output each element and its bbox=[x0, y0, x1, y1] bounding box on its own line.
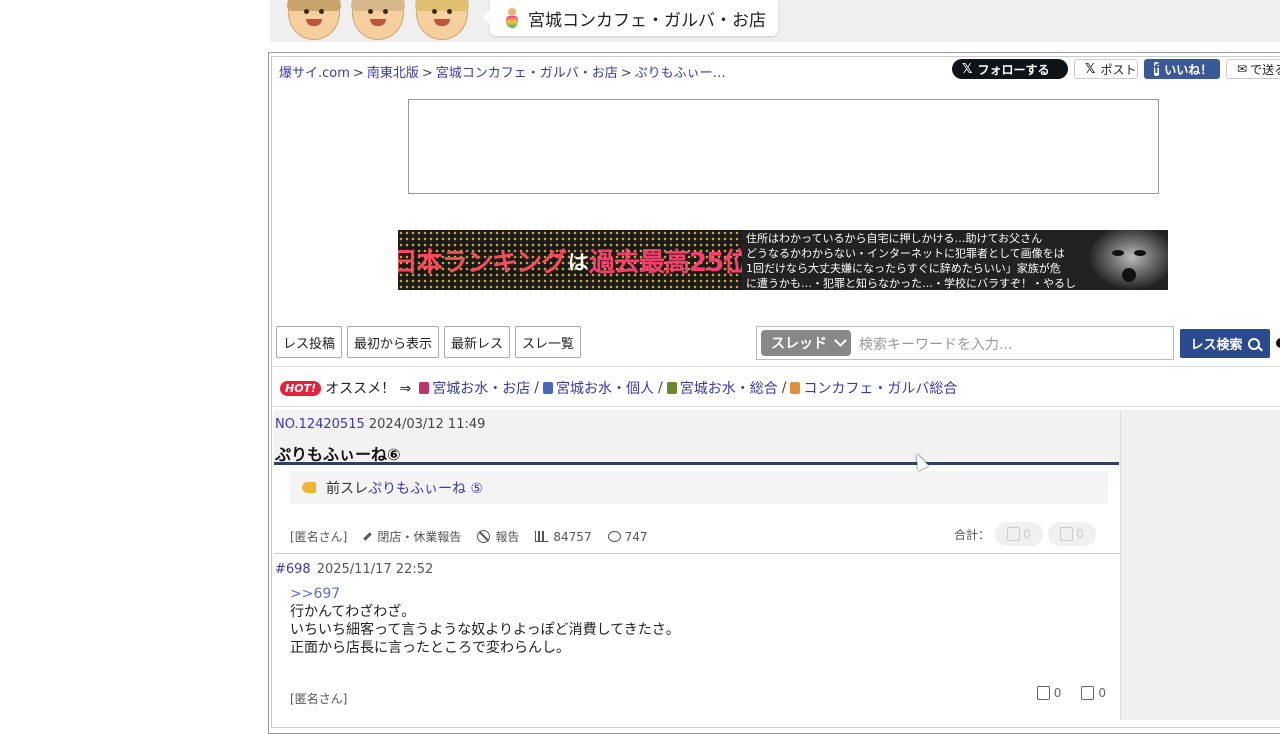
post-line: 正面から店長に言ったところで変わらんし。 bbox=[290, 640, 570, 656]
right-sidebar bbox=[1120, 410, 1280, 720]
recommend-label: オススメ！ ⇒ bbox=[325, 381, 412, 397]
breadcrumb-thread[interactable]: ぷりもふぃー… bbox=[635, 66, 726, 81]
post-upvote-button[interactable]: 0 bbox=[1036, 686, 1061, 700]
pointing-hand-icon bbox=[302, 482, 316, 493]
facebook-like-button[interactable]: f いいね！ bbox=[1144, 59, 1220, 79]
edge-dot bbox=[1276, 338, 1280, 348]
divider bbox=[272, 406, 1280, 407]
search-box: スレッド 検索キーワードを入力... bbox=[756, 326, 1174, 360]
ad-banner[interactable]: 日本ランキングは過去最高25位 住所はわかっているから自宅に押しかける…助けてお… bbox=[398, 230, 1168, 290]
bar-chart-icon bbox=[535, 531, 549, 542]
mascot-face-icon bbox=[351, 0, 405, 40]
x-post-button[interactable]: 𝕏 ポスト bbox=[1074, 59, 1138, 79]
comment-count: 747 bbox=[607, 530, 648, 544]
x-logo-icon: 𝕏 bbox=[1085, 61, 1096, 77]
thread-downvote-button[interactable]: 0 bbox=[1048, 522, 1096, 546]
breadcrumb-region[interactable]: 南東北版 bbox=[367, 66, 419, 81]
recommend-link-general[interactable]: 宮城お水・総合 bbox=[680, 378, 778, 398]
thread-number[interactable]: NO.12420515 bbox=[275, 417, 365, 432]
ad-placeholder bbox=[408, 99, 1159, 194]
bottle-icon bbox=[666, 382, 677, 394]
breadcrumb-home[interactable]: 爆サイ.com bbox=[279, 66, 350, 81]
post-header: #698 2025/11/17 22:52 bbox=[275, 562, 433, 577]
thread-header: NO.12420515 2024/03/12 11:49 ぷりもふぃーね⑥ bbox=[274, 410, 1120, 465]
thread-meta: NO.12420515 2024/03/12 11:49 bbox=[275, 417, 485, 432]
x-logo-icon: 𝕏 bbox=[962, 61, 973, 77]
post-downvote-button[interactable]: 0 bbox=[1081, 686, 1106, 700]
comment-icon bbox=[607, 531, 621, 542]
facebook-icon: f bbox=[1154, 62, 1160, 76]
concafe-icon bbox=[504, 8, 520, 28]
previous-thread-label: 前スレ bbox=[326, 480, 368, 497]
chevron-down-icon bbox=[834, 334, 847, 347]
thumbs-down-icon bbox=[1081, 686, 1095, 700]
recommend-link-personal[interactable]: 宮城お水・個人 bbox=[556, 378, 654, 398]
thread-author: [匿名さん] bbox=[290, 530, 348, 544]
total-label: 合計： bbox=[953, 527, 990, 542]
banner-face-image bbox=[1088, 230, 1168, 290]
mascot-faces bbox=[287, 0, 469, 40]
post-line: 行かんてわざわざ。 bbox=[290, 604, 416, 620]
breadcrumb-category[interactable]: 宮城コンカフェ・ガルバ・お店 bbox=[436, 66, 618, 81]
pencil-icon bbox=[363, 532, 373, 541]
report-link[interactable]: 報告 bbox=[477, 528, 519, 545]
x-follow-button[interactable]: 𝕏 フォローする bbox=[952, 59, 1068, 79]
post-votes: 0 0 bbox=[1036, 686, 1106, 700]
breadcrumb: 爆サイ.com > 南東北版 > 宮城コンカフェ・ガルバ・お店 > ぷりもふぃー… bbox=[279, 66, 726, 81]
concafe-icon bbox=[790, 382, 801, 394]
post-reply-button[interactable]: レス投稿 bbox=[276, 326, 343, 358]
thumbs-up-icon bbox=[1036, 686, 1050, 700]
recommend-link-oshop[interactable]: 宮城お水・お店 bbox=[432, 378, 530, 398]
mail-icon: ✉ bbox=[1237, 62, 1248, 76]
thread-datetime: 2024/03/12 11:49 bbox=[368, 417, 486, 432]
post-author: [匿名さん] bbox=[290, 692, 348, 706]
wine-glass-icon bbox=[419, 382, 430, 394]
hot-badge: HOT! bbox=[280, 380, 322, 396]
title-underline bbox=[274, 462, 1119, 465]
divider bbox=[272, 366, 1280, 367]
total-votes: 合計： 0 0 bbox=[954, 522, 1096, 546]
post-number[interactable]: #698 bbox=[275, 562, 311, 577]
search-input[interactable]: 検索キーワードを入力... bbox=[859, 334, 1012, 354]
thread-list-button[interactable]: スレ一覧 bbox=[515, 326, 582, 358]
mascot-face-icon bbox=[415, 0, 469, 40]
search-icon bbox=[1247, 337, 1260, 350]
thread-upvote-button[interactable]: 0 bbox=[995, 522, 1043, 546]
category-title: 宮城コンカフェ・ガルバ・お店 bbox=[528, 10, 766, 31]
recommend-bar: HOT! オススメ！ ⇒ 宮城お水・お店 / 宮城お水・個人 / 宮城お水・総合… bbox=[280, 378, 957, 398]
search-button[interactable]: レス検索 bbox=[1180, 329, 1270, 358]
banner-copy: 住所はわかっているから自宅に押しかける…助けてお父さん どうなるかわからない・イ… bbox=[742, 230, 1168, 290]
previous-thread-link[interactable]: ぷりもふぃーね ⑤ bbox=[368, 478, 483, 498]
mascot-face-icon bbox=[287, 0, 341, 40]
mail-send-button[interactable]: ✉で送る bbox=[1226, 59, 1280, 79]
dress-icon bbox=[542, 382, 553, 394]
post-line: いちいち細客って言うような奴よりよっぽど消費してきたさ。 bbox=[290, 622, 680, 638]
search-scope-select[interactable]: スレッド bbox=[761, 330, 851, 356]
ban-icon bbox=[477, 530, 491, 543]
post-datetime: 2025/11/17 22:52 bbox=[316, 562, 434, 577]
thread-footer: [匿名さん] 閉店・休業報告 報告 84757 747 合計： 0 0 bbox=[290, 522, 1108, 546]
latest-replies-button[interactable]: 最新レス bbox=[444, 326, 511, 358]
category-title-pill[interactable]: 宮城コンカフェ・ガルバ・お店 bbox=[482, 0, 778, 36]
closed-report-link[interactable]: 閉店・休業報告 bbox=[363, 528, 461, 545]
show-from-start-button[interactable]: 最初から表示 bbox=[347, 326, 440, 358]
thread-actions: レス投稿 最初から表示 最新レス スレ一覧 bbox=[276, 326, 582, 358]
divider bbox=[274, 553, 1120, 554]
reply-anchor-link[interactable]: >>697 bbox=[290, 585, 680, 603]
thumbs-up-icon bbox=[1007, 527, 1021, 541]
thumbs-down-icon bbox=[1060, 527, 1074, 541]
social-buttons: 𝕏フォローする 𝕏ポスト fいいね！ ✉で送る bbox=[952, 59, 1280, 79]
banner-headline: 日本ランキングは過去最高25位 bbox=[398, 230, 749, 290]
view-count: 84757 bbox=[535, 530, 592, 544]
recommend-link-concafe[interactable]: コンカフェ・ガルバ総合 bbox=[803, 378, 957, 398]
previous-thread-box: 前スレ ぷりもふぃーね ⑤ bbox=[290, 471, 1108, 504]
thread-main: NO.12420515 2024/03/12 11:49 ぷりもふぃーね⑥ 前ス… bbox=[274, 410, 1120, 720]
post-body: >>697 行かんてわざわざ。 いちいち細客って言うような奴よりよっぽど消費して… bbox=[290, 585, 680, 657]
